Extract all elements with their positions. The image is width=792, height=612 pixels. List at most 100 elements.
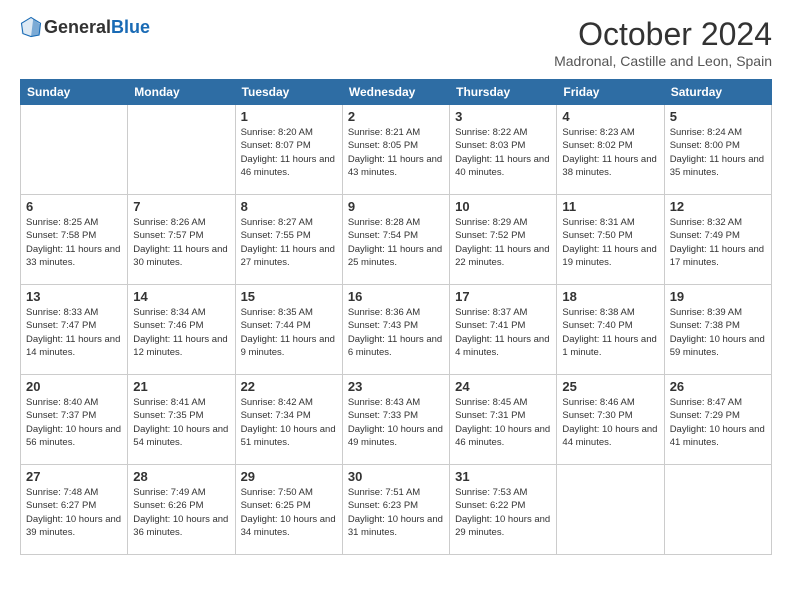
day-info: Sunrise: 8:45 AM Sunset: 7:31 PM Dayligh… <box>455 396 551 449</box>
calendar-day-cell: 23 Sunrise: 8:43 AM Sunset: 7:33 PM Dayli… <box>342 375 449 465</box>
day-info: Sunrise: 8:23 AM Sunset: 8:02 PM Dayligh… <box>562 126 658 179</box>
day-number: 17 <box>455 289 551 304</box>
calendar-day-cell: 7 Sunrise: 8:26 AM Sunset: 7:57 PM Daylig… <box>128 195 235 285</box>
calendar-day-cell: 21Sunrise: 8:41 AM Sunset: 7:35 PM Dayli… <box>128 375 235 465</box>
day-info: Sunrise: 8:28 AM Sunset: 7:54 PM Dayligh… <box>348 216 444 269</box>
calendar-table: SundayMondayTuesdayWednesdayThursdayFrid… <box>20 79 772 555</box>
day-number: 22 <box>241 379 337 394</box>
calendar-day-cell: 8 Sunrise: 8:27 AM Sunset: 7:55 PM Daylig… <box>235 195 342 285</box>
calendar-day-cell: 27Sunrise: 7:48 AM Sunset: 6:27 PM Dayli… <box>21 465 128 555</box>
calendar-day-cell: 9 Sunrise: 8:28 AM Sunset: 7:54 PM Daylig… <box>342 195 449 285</box>
calendar-week-row: 6Sunrise: 8:25 AM Sunset: 7:58 PM Daylig… <box>21 195 772 285</box>
page: GeneralBlue October 2024 Madronal, Casti… <box>0 0 792 575</box>
day-info: Sunrise: 8:33 AM Sunset: 7:47 PM Dayligh… <box>26 306 122 359</box>
logo: GeneralBlue <box>20 16 150 38</box>
calendar-day-cell: 26Sunrise: 8:47 AM Sunset: 7:29 PM Dayli… <box>664 375 771 465</box>
calendar-day-cell: 29 Sunrise: 7:50 AM Sunset: 6:25 PM Dayli… <box>235 465 342 555</box>
day-info: Sunrise: 8:36 AM Sunset: 7:43 PM Dayligh… <box>348 306 444 359</box>
calendar-day-header: Saturday <box>664 80 771 105</box>
calendar-day-cell: 10Sunrise: 8:29 AM Sunset: 7:52 PM Dayli… <box>450 195 557 285</box>
calendar-day-cell: 4 Sunrise: 8:23 AM Sunset: 8:02 PM Daylig… <box>557 105 664 195</box>
day-info: Sunrise: 7:49 AM Sunset: 6:26 PM Dayligh… <box>133 486 229 539</box>
day-number: 15 <box>241 289 337 304</box>
calendar-day-cell: 22 Sunrise: 8:42 AM Sunset: 7:34 PM Dayli… <box>235 375 342 465</box>
day-number: 25 <box>562 379 658 394</box>
day-info: Sunrise: 8:43 AM Sunset: 7:33 PM Dayligh… <box>348 396 444 449</box>
calendar-week-row: 1Sunrise: 8:20 AM Sunset: 8:07 PM Daylig… <box>21 105 772 195</box>
day-number: 9 <box>348 199 444 214</box>
day-number: 13 <box>26 289 122 304</box>
day-info: Sunrise: 8:46 AM Sunset: 7:30 PM Dayligh… <box>562 396 658 449</box>
day-number: 3 <box>455 109 551 124</box>
title-block: October 2024 Madronal, Castille and Leon… <box>554 16 772 69</box>
day-info: Sunrise: 8:35 AM Sunset: 7:44 PM Dayligh… <box>241 306 337 359</box>
calendar-week-row: 13 Sunrise: 8:33 AM Sunset: 7:47 PM Dayli… <box>21 285 772 375</box>
day-number: 19 <box>670 289 766 304</box>
calendar-day-cell: 13 Sunrise: 8:33 AM Sunset: 7:47 PM Dayli… <box>21 285 128 375</box>
day-number: 4 <box>562 109 658 124</box>
day-info: Sunrise: 8:21 AM Sunset: 8:05 PM Dayligh… <box>348 126 444 179</box>
day-number: 30 <box>348 469 444 484</box>
calendar-week-row: 20 Sunrise: 8:40 AM Sunset: 7:37 PM Dayli… <box>21 375 772 465</box>
calendar-day-cell: 14 Sunrise: 8:34 AM Sunset: 7:46 PM Dayli… <box>128 285 235 375</box>
day-info: Sunrise: 8:22 AM Sunset: 8:03 PM Dayligh… <box>455 126 551 179</box>
calendar-day-cell: 25 Sunrise: 8:46 AM Sunset: 7:30 PM Dayli… <box>557 375 664 465</box>
calendar-day-header: Tuesday <box>235 80 342 105</box>
day-number: 7 <box>133 199 229 214</box>
day-number: 12 <box>670 199 766 214</box>
day-number: 14 <box>133 289 229 304</box>
calendar-day-header: Friday <box>557 80 664 105</box>
day-info: Sunrise: 8:37 AM Sunset: 7:41 PM Dayligh… <box>455 306 551 359</box>
calendar-day-cell <box>664 465 771 555</box>
day-info: Sunrise: 8:26 AM Sunset: 7:57 PM Dayligh… <box>133 216 229 269</box>
day-info: Sunrise: 7:53 AM Sunset: 6:22 PM Dayligh… <box>455 486 551 539</box>
calendar-day-cell: 24 Sunrise: 8:45 AM Sunset: 7:31 PM Dayli… <box>450 375 557 465</box>
calendar-day-cell: 18 Sunrise: 8:38 AM Sunset: 7:40 PM Dayli… <box>557 285 664 375</box>
day-info: Sunrise: 8:34 AM Sunset: 7:46 PM Dayligh… <box>133 306 229 359</box>
day-number: 18 <box>562 289 658 304</box>
day-number: 20 <box>26 379 122 394</box>
calendar-day-cell <box>128 105 235 195</box>
location-title: Madronal, Castille and Leon, Spain <box>554 53 772 69</box>
calendar-day-cell: 16 Sunrise: 8:36 AM Sunset: 7:43 PM Dayli… <box>342 285 449 375</box>
day-number: 8 <box>241 199 337 214</box>
day-info: Sunrise: 8:40 AM Sunset: 7:37 PM Dayligh… <box>26 396 122 449</box>
day-info: Sunrise: 8:42 AM Sunset: 7:34 PM Dayligh… <box>241 396 337 449</box>
day-info: Sunrise: 8:27 AM Sunset: 7:55 PM Dayligh… <box>241 216 337 269</box>
day-info: Sunrise: 8:41 AM Sunset: 7:35 PM Dayligh… <box>133 396 229 449</box>
calendar-day-cell: 2 Sunrise: 8:21 AM Sunset: 8:05 PM Daylig… <box>342 105 449 195</box>
day-number: 28 <box>133 469 229 484</box>
calendar-day-cell <box>21 105 128 195</box>
month-title: October 2024 <box>554 16 772 53</box>
day-number: 23 <box>348 379 444 394</box>
calendar-day-cell: 20 Sunrise: 8:40 AM Sunset: 7:37 PM Dayli… <box>21 375 128 465</box>
day-number: 16 <box>348 289 444 304</box>
calendar-day-cell: 6Sunrise: 8:25 AM Sunset: 7:58 PM Daylig… <box>21 195 128 285</box>
calendar-day-header: Sunday <box>21 80 128 105</box>
day-number: 11 <box>562 199 658 214</box>
day-number: 2 <box>348 109 444 124</box>
day-number: 6 <box>26 199 122 214</box>
day-number: 31 <box>455 469 551 484</box>
calendar-day-cell: 1Sunrise: 8:20 AM Sunset: 8:07 PM Daylig… <box>235 105 342 195</box>
day-info: Sunrise: 8:20 AM Sunset: 8:07 PM Dayligh… <box>241 126 337 179</box>
day-info: Sunrise: 8:38 AM Sunset: 7:40 PM Dayligh… <box>562 306 658 359</box>
day-number: 5 <box>670 109 766 124</box>
calendar-day-cell: 12Sunrise: 8:32 AM Sunset: 7:49 PM Dayli… <box>664 195 771 285</box>
day-number: 27 <box>26 469 122 484</box>
day-info: Sunrise: 7:50 AM Sunset: 6:25 PM Dayligh… <box>241 486 337 539</box>
calendar-day-cell <box>557 465 664 555</box>
day-info: Sunrise: 8:24 AM Sunset: 8:00 PM Dayligh… <box>670 126 766 179</box>
day-number: 29 <box>241 469 337 484</box>
calendar-day-cell: 30Sunrise: 7:51 AM Sunset: 6:23 PM Dayli… <box>342 465 449 555</box>
calendar-week-row: 27Sunrise: 7:48 AM Sunset: 6:27 PM Dayli… <box>21 465 772 555</box>
day-number: 24 <box>455 379 551 394</box>
header: GeneralBlue October 2024 Madronal, Casti… <box>20 16 772 69</box>
calendar-day-cell: 28 Sunrise: 7:49 AM Sunset: 6:26 PM Dayli… <box>128 465 235 555</box>
calendar-day-cell: 17 Sunrise: 8:37 AM Sunset: 7:41 PM Dayli… <box>450 285 557 375</box>
calendar-day-header: Monday <box>128 80 235 105</box>
calendar-day-cell: 31 Sunrise: 7:53 AM Sunset: 6:22 PM Dayli… <box>450 465 557 555</box>
calendar-day-cell: 11Sunrise: 8:31 AM Sunset: 7:50 PM Dayli… <box>557 195 664 285</box>
calendar-day-header: Wednesday <box>342 80 449 105</box>
calendar-day-cell: 19Sunrise: 8:39 AM Sunset: 7:38 PM Dayli… <box>664 285 771 375</box>
